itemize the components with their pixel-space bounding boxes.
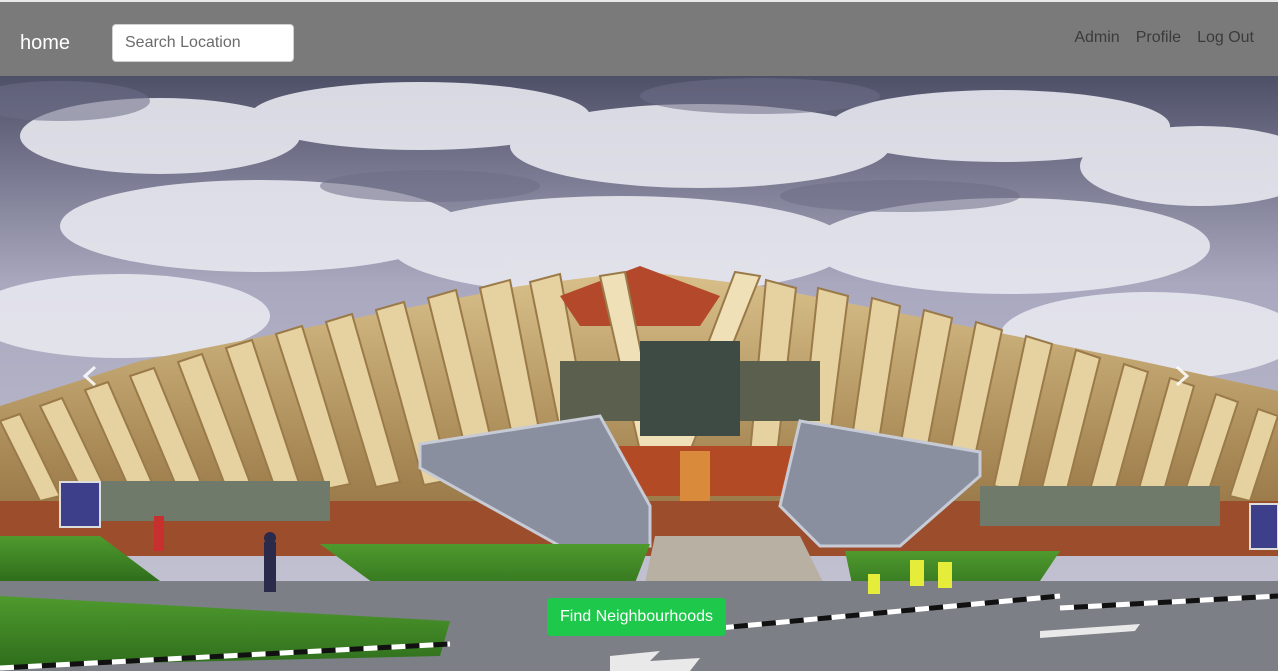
hero-carousel: Find Neighbourhoods [0,76,1278,671]
home-link[interactable]: home [20,32,70,55]
logout-link[interactable]: Log Out [1197,29,1254,47]
find-neighbourhoods-button[interactable]: Find Neighbourhoods [547,598,726,636]
chevron-right-icon[interactable] [1162,356,1202,396]
search-location-input[interactable] [112,24,294,62]
chevron-left-icon[interactable] [70,356,110,396]
hero-image [0,76,1278,671]
admin-link[interactable]: Admin [1074,29,1119,47]
profile-link[interactable]: Profile [1136,29,1181,47]
nav-links: Admin Profile Log Out [1074,29,1254,47]
navbar: home Admin Profile Log Out [0,2,1278,76]
